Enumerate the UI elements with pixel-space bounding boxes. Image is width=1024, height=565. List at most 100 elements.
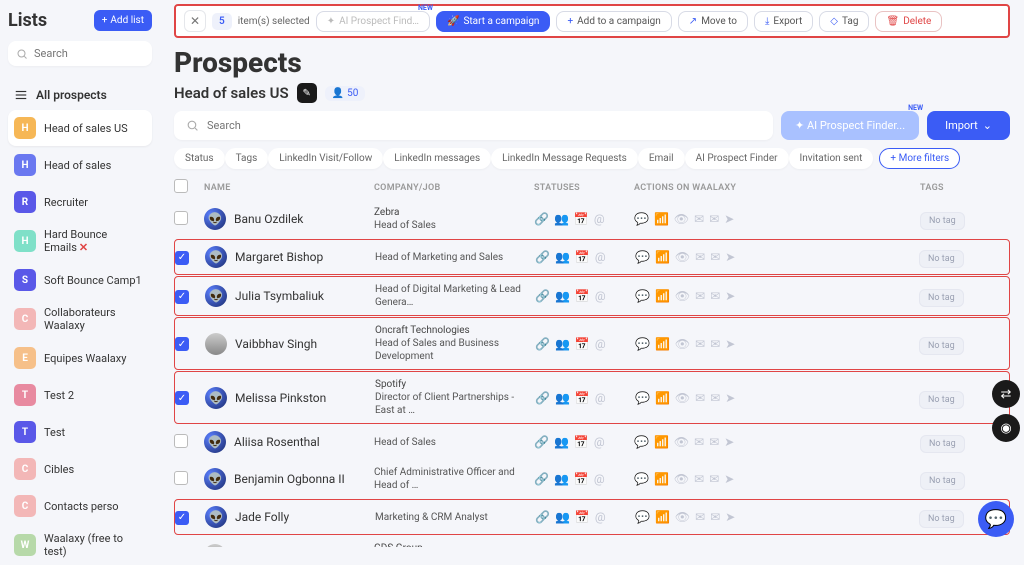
action-icon[interactable]: ✉ xyxy=(694,435,704,449)
export-button[interactable]: ⤓ Export xyxy=(754,11,813,32)
action-icon[interactable]: 📶 xyxy=(655,289,670,303)
status-icon[interactable]: 👥 xyxy=(555,289,570,303)
action-icon[interactable]: ✉ xyxy=(710,289,720,303)
move-to-button[interactable]: ↗ Move to xyxy=(678,11,748,32)
status-icon[interactable]: @ xyxy=(595,250,606,264)
action-icon[interactable]: 📶 xyxy=(655,510,670,524)
filter-pill[interactable]: Tags xyxy=(225,148,269,169)
action-icon[interactable]: 👁 xyxy=(675,510,690,524)
filter-pill[interactable]: Invitation sent xyxy=(789,148,874,169)
action-icon[interactable]: 💬 xyxy=(634,472,649,486)
sidebar-item[interactable]: T Test 2 xyxy=(8,377,152,413)
status-icon[interactable]: 📅 xyxy=(574,472,589,486)
action-icon[interactable]: 👁 xyxy=(675,391,690,405)
action-icon[interactable]: ➤ xyxy=(724,472,734,486)
import-button[interactable]: Import ⌄ xyxy=(927,111,1010,140)
action-icon[interactable]: 💬 xyxy=(635,250,650,264)
start-campaign-button[interactable]: 🚀 Start a campaign xyxy=(436,11,550,32)
table-row[interactable]: 👽 Aliisa Rosenthal Head of Sales 🔗👥📅@ 💬📶… xyxy=(174,425,1010,459)
sidebar-item[interactable]: H Head of sales US xyxy=(8,110,152,146)
filter-pill[interactable]: LinkedIn Visit/Follow xyxy=(268,148,383,169)
status-icon[interactable]: 🔗 xyxy=(535,337,550,351)
table-row[interactable]: ✓ 👽 Julia Tsymbaliuk Head of Digital Mar… xyxy=(174,276,1010,316)
table-row[interactable]: Jon Perrin GDS GroupHead of Sales - Nort… xyxy=(174,536,1010,547)
sidebar-item[interactable]: E Equipes Waalaxy xyxy=(8,340,152,376)
action-icon[interactable]: ✉ xyxy=(710,250,720,264)
action-icon[interactable]: ✉ xyxy=(695,391,705,405)
table-row[interactable]: 👽 Banu Ozdilek ZebraHead of Sales 🔗👥📅@ 💬… xyxy=(174,200,1010,238)
action-icon[interactable]: 💬 xyxy=(634,435,649,449)
no-tag-pill[interactable]: No tag xyxy=(920,212,965,230)
main-search-input[interactable] xyxy=(207,119,761,132)
chat-bubble[interactable]: 💬 xyxy=(978,501,1014,537)
status-icon[interactable]: 👥 xyxy=(555,337,570,351)
action-icon[interactable]: 💬 xyxy=(634,212,649,226)
no-tag-pill[interactable]: No tag xyxy=(919,510,964,528)
status-icon[interactable]: 🔗 xyxy=(535,391,550,405)
no-tag-pill[interactable]: No tag xyxy=(919,289,964,307)
status-icon[interactable]: @ xyxy=(595,289,606,303)
action-icon[interactable]: ➤ xyxy=(725,337,735,351)
status-icon[interactable]: 📅 xyxy=(575,250,590,264)
status-icon[interactable]: 📅 xyxy=(574,435,589,449)
action-icon[interactable]: 💬 xyxy=(635,289,650,303)
action-icon[interactable]: ✉ xyxy=(694,472,704,486)
status-icon[interactable]: @ xyxy=(595,337,606,351)
edit-list-button[interactable]: ✎ xyxy=(297,83,317,103)
status-icon[interactable]: @ xyxy=(594,435,605,449)
action-icon[interactable]: ✉ xyxy=(695,250,705,264)
action-icon[interactable]: 📶 xyxy=(654,472,669,486)
action-icon[interactable]: 💬 xyxy=(635,510,650,524)
status-icon[interactable]: 🔗 xyxy=(535,289,550,303)
status-icon[interactable]: 👥 xyxy=(554,212,569,226)
row-checkbox[interactable]: ✓ xyxy=(175,391,189,405)
status-icon[interactable]: 📅 xyxy=(575,289,590,303)
status-icon[interactable]: 👥 xyxy=(555,510,570,524)
status-icon[interactable]: @ xyxy=(595,391,606,405)
filter-pill[interactable]: Status xyxy=(174,148,225,169)
action-icon[interactable]: 📶 xyxy=(655,337,670,351)
status-icon[interactable]: 👥 xyxy=(555,391,570,405)
action-icon[interactable]: ✉ xyxy=(695,337,705,351)
sidebar-item[interactable]: T Test xyxy=(8,414,152,450)
no-tag-pill[interactable]: No tag xyxy=(919,391,964,409)
action-icon[interactable]: 👁 xyxy=(675,289,690,303)
no-tag-pill[interactable]: No tag xyxy=(920,472,965,490)
action-icon[interactable]: 📶 xyxy=(655,250,670,264)
status-icon[interactable]: 🔗 xyxy=(535,510,550,524)
status-icon[interactable]: 👥 xyxy=(555,250,570,264)
row-checkbox[interactable]: ✓ xyxy=(175,290,189,304)
sidebar-search-input[interactable] xyxy=(34,47,174,60)
swap-icon[interactable]: ⇄ xyxy=(992,380,1020,408)
action-icon[interactable]: ✉ xyxy=(710,337,720,351)
table-row[interactable]: ✓ 👽 Jade Folly Marketing & CRM Analyst 🔗… xyxy=(174,499,1010,535)
action-icon[interactable]: ✉ xyxy=(694,212,704,226)
action-icon[interactable]: 💬 xyxy=(635,337,650,351)
ai-prospect-finder-disabled[interactable]: ✦ AI Prospect Find… NEW xyxy=(316,11,430,32)
main-search[interactable] xyxy=(174,111,773,140)
action-icon[interactable]: 👁 xyxy=(674,435,689,449)
action-icon[interactable]: 👁 xyxy=(675,337,690,351)
status-icon[interactable]: 🔗 xyxy=(534,472,549,486)
status-icon[interactable]: 📅 xyxy=(575,510,590,524)
filter-pill[interactable]: LinkedIn Message Requests xyxy=(491,148,638,169)
select-all-checkbox[interactable] xyxy=(174,179,188,193)
action-icon[interactable]: ➤ xyxy=(724,435,734,449)
action-icon[interactable]: 💬 xyxy=(635,391,650,405)
row-checkbox[interactable] xyxy=(174,434,188,448)
action-icon[interactable]: 📶 xyxy=(655,391,670,405)
add-to-campaign-button[interactable]: + Add to a campaign xyxy=(556,11,671,32)
no-tag-pill[interactable]: No tag xyxy=(920,435,965,453)
sidebar-item[interactable]: C Contacts perso xyxy=(8,488,152,524)
action-icon[interactable]: ✉ xyxy=(709,212,719,226)
action-icon[interactable]: ✉ xyxy=(710,391,720,405)
filter-pill[interactable]: LinkedIn messages xyxy=(383,148,491,169)
sidebar-item[interactable]: C Collaborateurs Waalaxy xyxy=(8,299,152,339)
table-row[interactable]: 👽 Benjamin Ogbonna II Chief Administrati… xyxy=(174,460,1010,498)
table-row[interactable]: ✓ 👽 Melissa Pinkston SpotifyDirector of … xyxy=(174,371,1010,424)
status-icon[interactable]: 👥 xyxy=(554,472,569,486)
status-icon[interactable]: 🔗 xyxy=(534,212,549,226)
action-icon[interactable]: 📶 xyxy=(654,212,669,226)
row-checkbox[interactable]: ✓ xyxy=(175,337,189,351)
tag-button[interactable]: ◇ Tag xyxy=(819,11,869,32)
